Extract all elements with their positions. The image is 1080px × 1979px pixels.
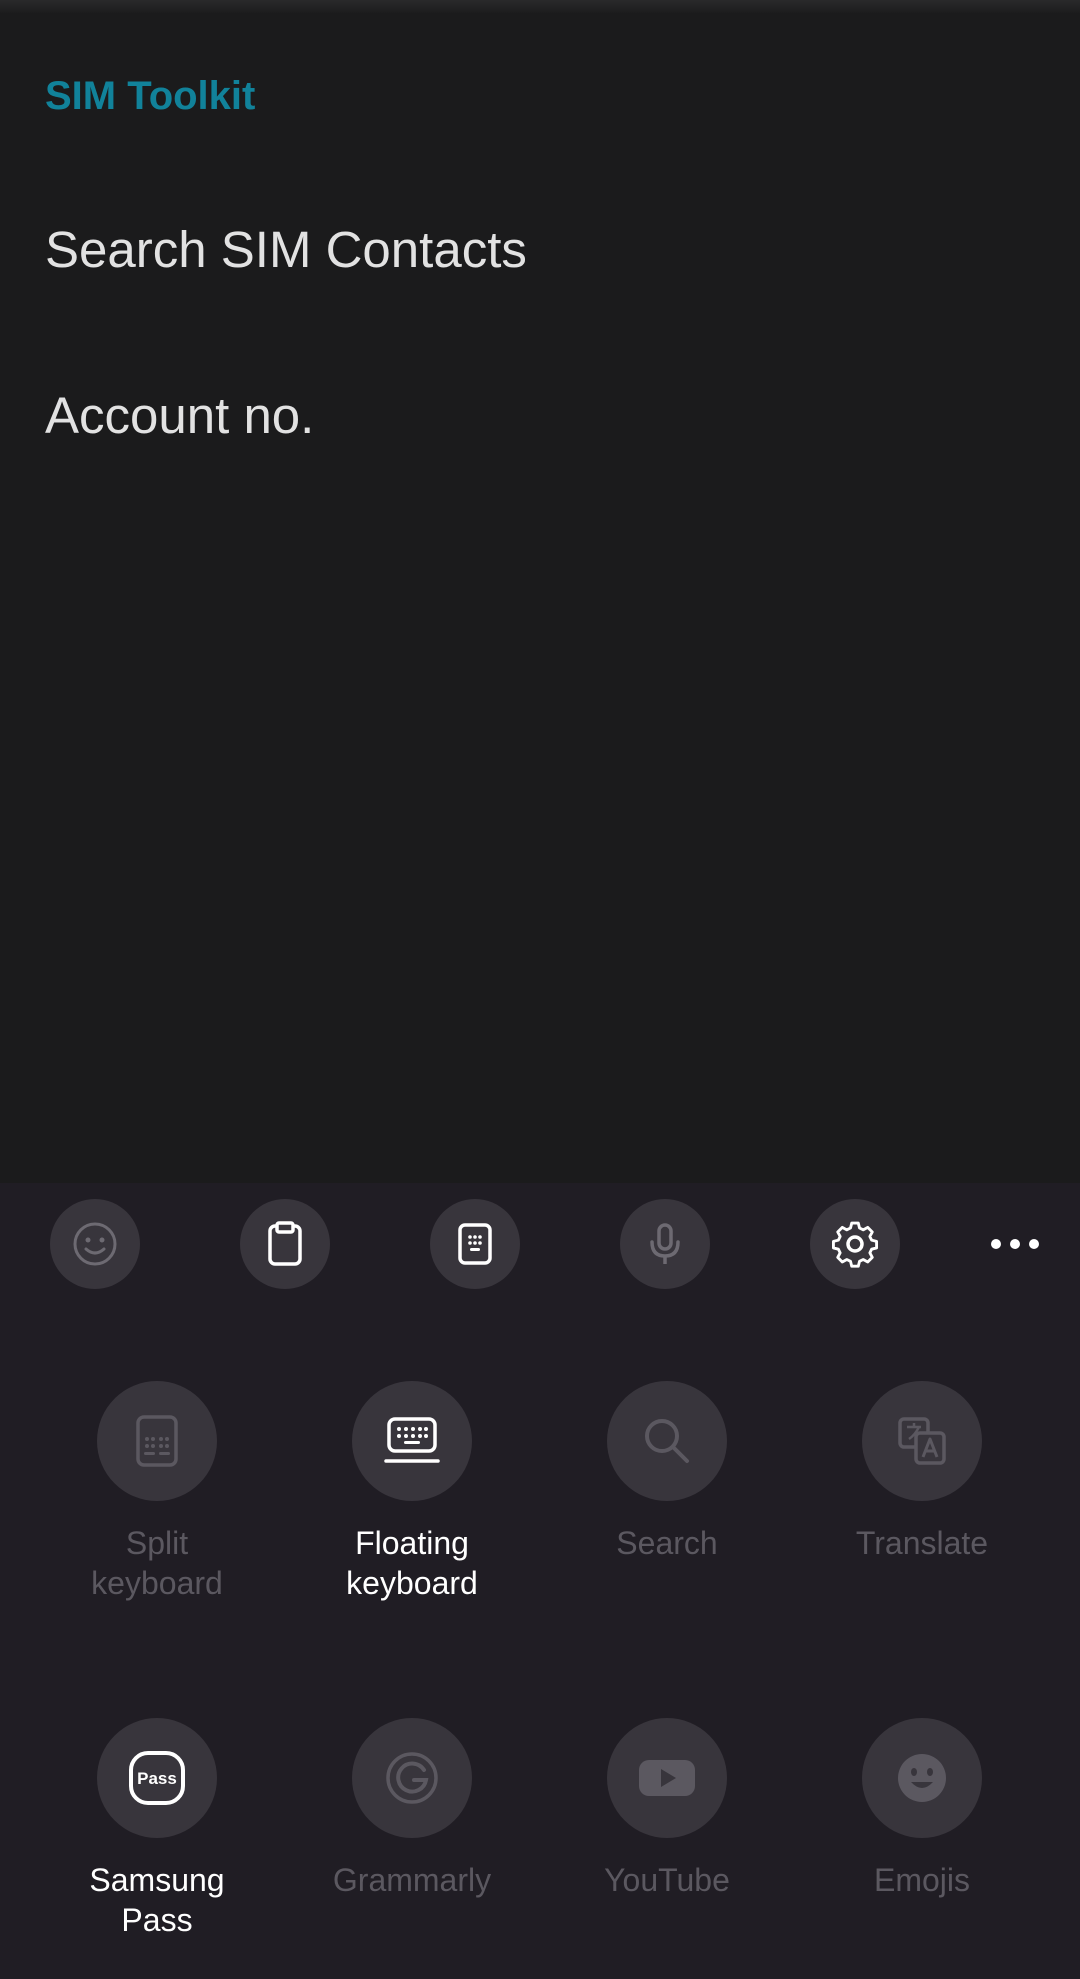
tile-label: Translate [855, 1525, 989, 1561]
floating-keyboard-tile[interactable]: Floating keyboard [292, 1381, 532, 1603]
floating-keyboard-icon [384, 1417, 440, 1463]
youtube-button[interactable] [607, 1718, 727, 1838]
translate-tile[interactable]: Translate [802, 1381, 1042, 1563]
microphone-icon [650, 1223, 680, 1264]
status-bar-shadow [0, 0, 1080, 14]
menu-item-account-no[interactable]: Account no. [45, 386, 314, 445]
more-options-icon [991, 1239, 1039, 1249]
translate-icon [898, 1417, 946, 1465]
search-tile[interactable]: Search [547, 1381, 787, 1563]
clipboard-icon [268, 1221, 302, 1266]
youtube-tile[interactable]: YouTube [547, 1718, 787, 1900]
svg-text:Pass: Pass [137, 1769, 177, 1788]
samsung-pass-tile[interactable]: Pass Samsung Pass [37, 1718, 277, 1940]
search-button[interactable] [607, 1381, 727, 1501]
tile-label: Emojis [873, 1862, 970, 1898]
floating-keyboard-button[interactable] [352, 1381, 472, 1501]
more-options-button[interactable] [970, 1199, 1060, 1289]
emoji-icon [73, 1222, 117, 1266]
tile-label: Split keyboard [91, 1525, 223, 1601]
settings-button[interactable] [810, 1199, 900, 1289]
emojis-tile[interactable]: Emojis [802, 1718, 1042, 1900]
clipboard-button[interactable] [240, 1199, 330, 1289]
youtube-icon [639, 1760, 695, 1796]
voice-input-button[interactable] [620, 1199, 710, 1289]
keyboard-mode-icon [458, 1223, 492, 1265]
grammarly-button[interactable] [352, 1718, 472, 1838]
samsung-pass-button[interactable]: Pass [97, 1718, 217, 1838]
split-keyboard-tile[interactable]: Split keyboard [37, 1381, 277, 1603]
split-keyboard-button[interactable] [97, 1381, 217, 1501]
menu-item-search-sim-contacts[interactable]: Search SIM Contacts [45, 220, 527, 279]
settings-gear-icon [832, 1221, 879, 1268]
tile-label: Floating keyboard [346, 1525, 478, 1601]
keyboard-mode-button[interactable] [430, 1199, 520, 1289]
tile-label: YouTube [604, 1862, 730, 1898]
tile-label: Samsung Pass [89, 1862, 225, 1938]
tile-label: Search [616, 1525, 718, 1561]
app-title: SIM Toolkit [45, 74, 256, 118]
samsung-pass-icon: Pass [129, 1751, 185, 1805]
grammarly-tile[interactable]: Grammarly [292, 1718, 532, 1900]
tile-label: Grammarly [332, 1862, 492, 1898]
translate-button[interactable] [862, 1381, 982, 1501]
grammarly-icon [386, 1752, 438, 1804]
search-icon [645, 1419, 689, 1463]
emoji-button[interactable] [50, 1199, 140, 1289]
emojis-icon [898, 1754, 946, 1802]
emojis-button[interactable] [862, 1718, 982, 1838]
split-keyboard-icon [136, 1415, 178, 1467]
